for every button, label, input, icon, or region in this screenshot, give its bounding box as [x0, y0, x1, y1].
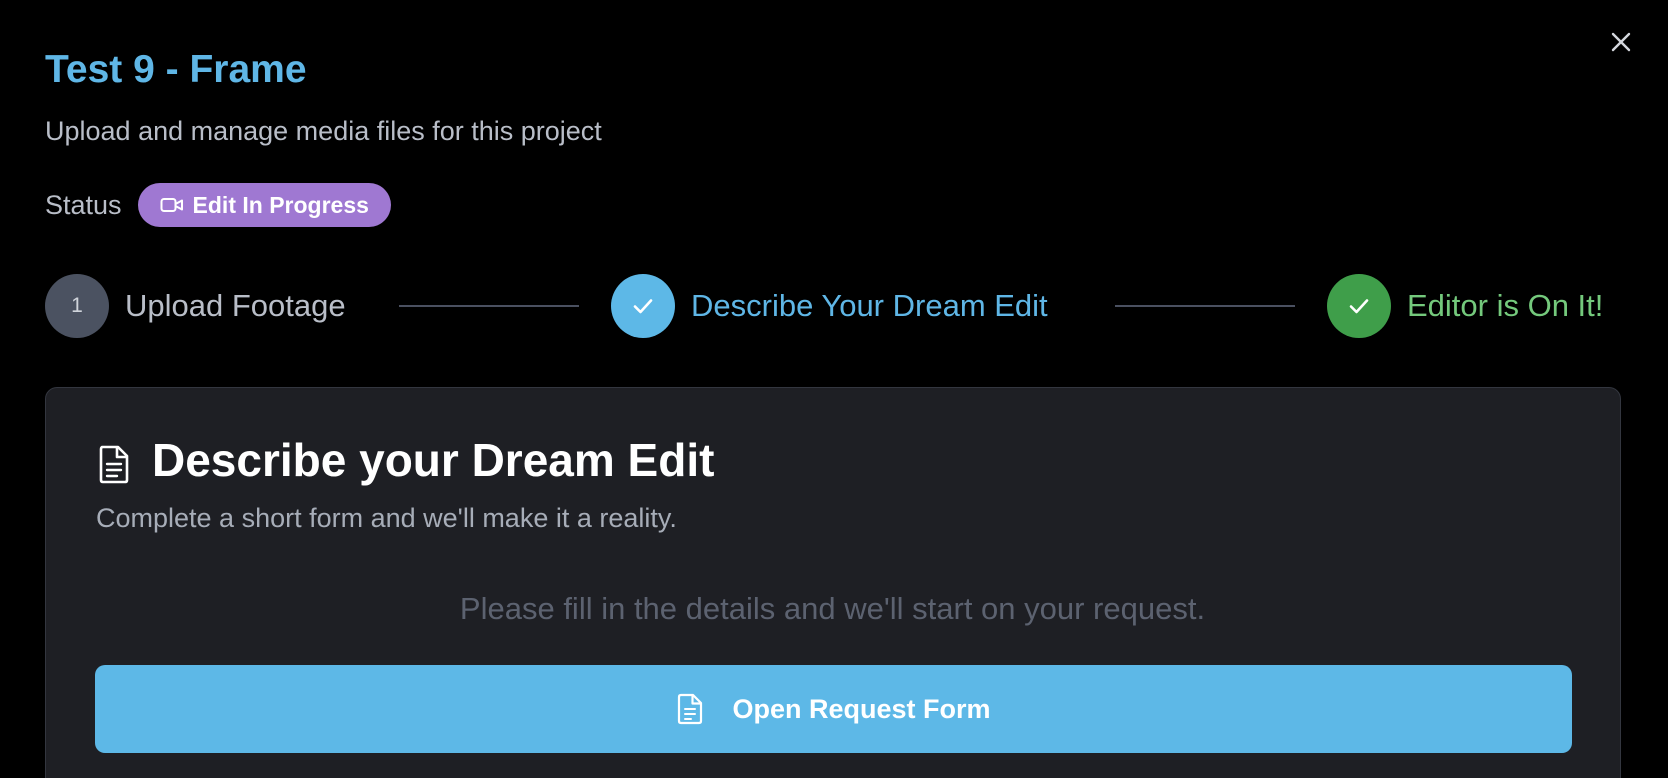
status-badge-text: Edit In Progress	[192, 191, 369, 218]
check-icon	[633, 299, 653, 314]
open-request-form-label: Open Request Form	[732, 693, 991, 724]
status-badge: Edit In Progress	[137, 183, 391, 227]
modal-subtitle: Upload and manage media files for this p…	[45, 116, 602, 146]
status-label: Status	[45, 189, 122, 220]
status-row: Status Edit In Progress	[45, 183, 391, 227]
document-icon	[678, 693, 703, 725]
close-button[interactable]	[1605, 26, 1637, 58]
document-icon	[99, 445, 129, 484]
step-connector-2	[1115, 305, 1295, 307]
project-modal: Test 9 - Frame Upload and manage media f…	[0, 0, 1668, 778]
step-3-indicator	[1327, 274, 1391, 338]
card-title: Describe your Dream Edit	[152, 434, 715, 486]
video-camera-icon	[160, 198, 183, 212]
step-connector-1	[399, 305, 579, 307]
step-1-label: Upload Footage	[125, 288, 346, 323]
request-card: Describe your Dream Edit Complete a shor…	[45, 387, 1621, 778]
step-2-label: Describe Your Dream Edit	[691, 288, 1048, 323]
card-subtitle: Complete a short form and we'll make it …	[96, 503, 677, 533]
step-1-number: 1	[71, 294, 83, 317]
card-hint: Please fill in the details and we'll sta…	[459, 591, 1206, 626]
open-request-form-button[interactable]: Open Request Form	[95, 665, 1572, 753]
close-icon	[1611, 32, 1631, 52]
progress-stepper: 1 Upload Footage Describe Your Dream Edi…	[45, 274, 1621, 338]
step-1-indicator: 1	[45, 274, 109, 338]
check-icon	[1349, 299, 1369, 314]
step-2-indicator	[611, 274, 675, 338]
step-3-label: Editor is On It!	[1407, 288, 1604, 323]
modal-title: Test 9 - Frame	[45, 48, 307, 91]
